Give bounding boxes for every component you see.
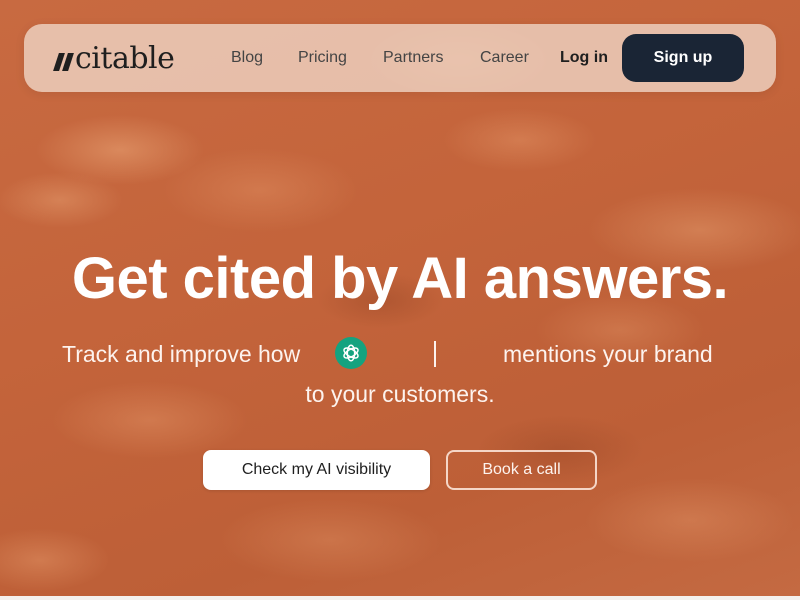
nav-link-pricing[interactable]: Pricing [298,48,347,68]
login-link[interactable]: Log in [560,48,608,68]
hero-subtitle-line2: to your customers. [305,381,495,407]
page-bottom-edge [0,596,800,600]
brand-name: citable [75,40,175,76]
nav-link-partners[interactable]: Partners [383,48,443,68]
chatgpt-icon [335,337,367,369]
top-navbar: citable Blog Pricing Partners Career Log… [24,24,776,92]
nav-link-blog[interactable]: Blog [231,48,263,68]
nav-link-career[interactable]: Career [480,48,529,68]
hero-subtitle-start: Track and improve how [62,341,301,367]
brand-logo[interactable]: citable [53,40,175,76]
logo-mark-icon [53,40,74,76]
signup-button[interactable]: Sign up [622,34,744,82]
hero-subtitle-end: mentions your brand [503,341,713,367]
hero-title: Get cited by AI answers. [71,246,729,311]
book-call-button[interactable]: Book a call [446,450,597,490]
rotating-text-cursor [434,341,436,367]
check-visibility-button[interactable]: Check my AI visibility [203,450,430,490]
